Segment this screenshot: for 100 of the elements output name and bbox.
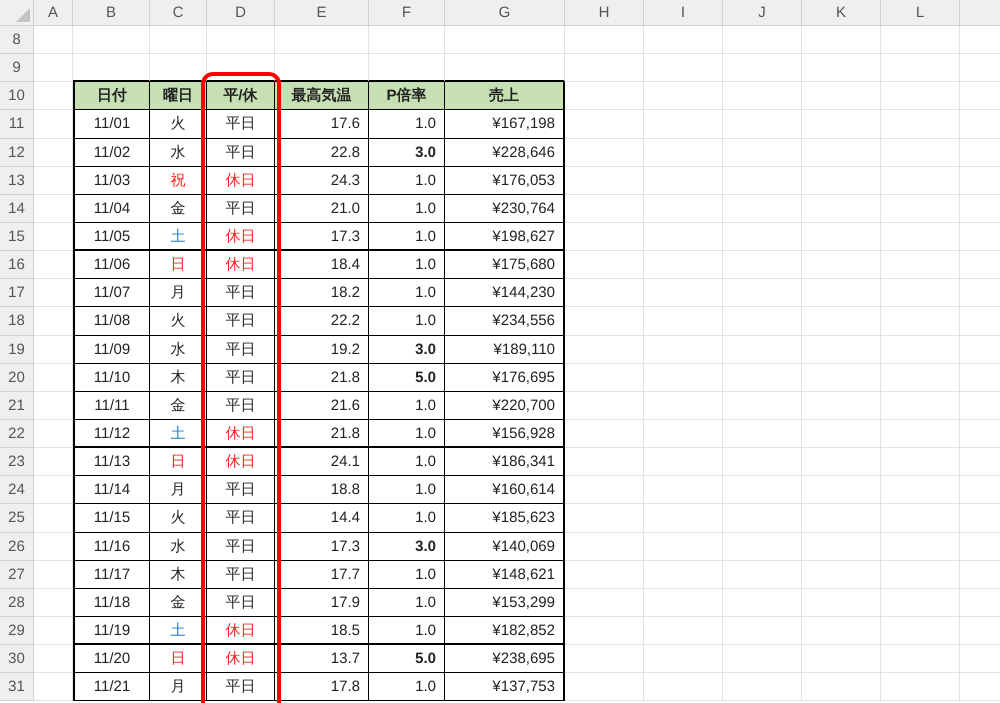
empty-cell[interactable] — [881, 364, 960, 392]
empty-cell[interactable] — [881, 26, 960, 54]
empty-cell[interactable] — [644, 222, 723, 252]
empty-cell[interactable] — [881, 476, 960, 504]
row-header[interactable]: 21 — [0, 392, 34, 420]
empty-cell[interactable] — [881, 645, 960, 674]
row-header[interactable]: 16 — [0, 251, 34, 280]
empty-cell[interactable] — [565, 279, 644, 308]
empty-cell[interactable] — [802, 392, 881, 420]
empty-cell[interactable] — [802, 616, 881, 646]
empty-cell[interactable] — [802, 82, 881, 110]
empty-cell[interactable] — [802, 194, 881, 223]
row-header[interactable]: 27 — [0, 560, 34, 589]
empty-cell[interactable] — [723, 138, 802, 167]
empty-cell[interactable] — [802, 560, 881, 589]
empty-cell[interactable] — [881, 222, 960, 252]
empty-cell[interactable] — [881, 82, 960, 110]
empty-cell[interactable] — [802, 54, 881, 82]
empty-cell[interactable] — [644, 588, 723, 617]
empty-cell[interactable] — [565, 336, 644, 364]
row-header[interactable]: 9 — [0, 54, 34, 82]
empty-cell[interactable] — [644, 307, 723, 336]
empty-cell[interactable] — [802, 645, 881, 674]
empty-cell[interactable] — [644, 251, 723, 280]
empty-cell[interactable] — [881, 532, 960, 561]
row-header[interactable]: 29 — [0, 616, 34, 646]
row-header[interactable]: 8 — [0, 26, 34, 54]
empty-cell[interactable] — [881, 251, 960, 280]
empty-cell[interactable] — [565, 420, 644, 448]
empty-cell[interactable] — [881, 307, 960, 336]
column-header[interactable]: B — [73, 0, 150, 26]
row-header[interactable]: 22 — [0, 420, 34, 448]
empty-cell[interactable] — [723, 588, 802, 617]
column-header[interactable]: F — [369, 0, 445, 26]
row-header[interactable]: 25 — [0, 504, 34, 533]
empty-cell[interactable] — [802, 420, 881, 448]
empty-cell[interactable] — [565, 392, 644, 420]
empty-cell[interactable] — [802, 279, 881, 308]
empty-cell[interactable] — [565, 307, 644, 336]
row-header[interactable]: 18 — [0, 307, 34, 336]
empty-cell[interactable] — [881, 504, 960, 533]
empty-cell[interactable] — [723, 110, 802, 139]
row-header[interactable]: 30 — [0, 645, 34, 674]
empty-cell[interactable] — [723, 54, 802, 82]
empty-cell[interactable] — [881, 138, 960, 167]
empty-cell[interactable] — [723, 251, 802, 280]
column-header[interactable]: H — [565, 0, 644, 26]
empty-cell[interactable] — [644, 448, 723, 476]
empty-cell[interactable] — [723, 222, 802, 252]
select-all-icon[interactable] — [16, 8, 30, 22]
empty-cell[interactable] — [207, 26, 275, 54]
empty-cell[interactable] — [881, 392, 960, 420]
empty-cell[interactable] — [565, 110, 644, 139]
empty-cell[interactable] — [723, 476, 802, 504]
empty-cell[interactable] — [881, 420, 960, 448]
empty-cell[interactable] — [881, 194, 960, 223]
empty-cell[interactable] — [644, 504, 723, 533]
empty-cell[interactable] — [565, 532, 644, 561]
empty-cell[interactable] — [565, 645, 644, 674]
row-header[interactable]: 12 — [0, 138, 34, 167]
empty-cell[interactable] — [802, 532, 881, 561]
empty-cell[interactable] — [723, 307, 802, 336]
row-header[interactable]: 11 — [0, 110, 34, 139]
empty-cell[interactable] — [881, 110, 960, 139]
empty-cell[interactable] — [723, 194, 802, 223]
empty-cell[interactable] — [565, 673, 644, 702]
column-header[interactable]: A — [34, 0, 73, 26]
empty-cell[interactable] — [723, 448, 802, 476]
empty-cell[interactable] — [802, 307, 881, 336]
empty-cell[interactable] — [723, 504, 802, 533]
empty-cell[interactable] — [802, 588, 881, 617]
empty-cell[interactable] — [802, 166, 881, 195]
empty-cell[interactable] — [445, 26, 565, 54]
empty-cell[interactable] — [644, 392, 723, 420]
row-header[interactable]: 10 — [0, 82, 34, 110]
empty-cell[interactable] — [881, 54, 960, 82]
column-header[interactable]: K — [802, 0, 881, 26]
empty-cell[interactable] — [881, 279, 960, 308]
row-header[interactable]: 24 — [0, 476, 34, 504]
empty-cell[interactable] — [565, 364, 644, 392]
empty-cell[interactable] — [150, 26, 207, 54]
empty-cell[interactable] — [644, 532, 723, 561]
empty-cell[interactable] — [802, 673, 881, 702]
empty-cell[interactable] — [644, 364, 723, 392]
row-header[interactable]: 14 — [0, 194, 34, 223]
empty-cell[interactable] — [802, 26, 881, 54]
row-header[interactable]: 17 — [0, 279, 34, 308]
empty-cell[interactable] — [723, 82, 802, 110]
empty-cell[interactable] — [723, 166, 802, 195]
empty-cell[interactable] — [565, 560, 644, 589]
empty-cell[interactable] — [644, 560, 723, 589]
empty-cell[interactable] — [644, 110, 723, 139]
empty-cell[interactable] — [565, 194, 644, 223]
empty-cell[interactable] — [644, 616, 723, 646]
row-header[interactable]: 19 — [0, 336, 34, 364]
empty-cell[interactable] — [881, 673, 960, 702]
empty-cell[interactable] — [644, 336, 723, 364]
empty-cell[interactable] — [644, 279, 723, 308]
empty-cell[interactable] — [723, 645, 802, 674]
empty-cell[interactable] — [644, 54, 723, 82]
